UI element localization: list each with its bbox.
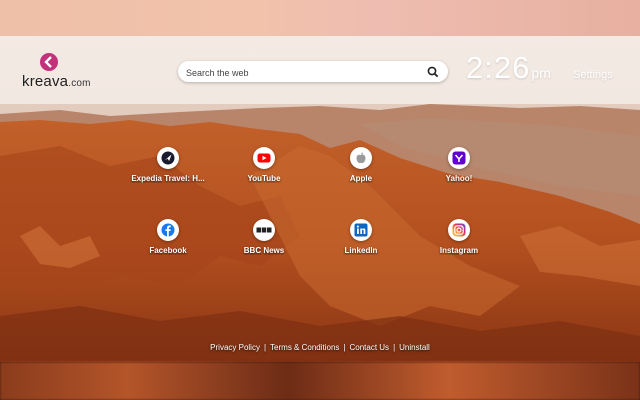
tile-facebook[interactable]: Facebook	[113, 219, 223, 269]
facebook-icon	[157, 219, 179, 241]
tile-label: Expedia Travel: H...	[131, 174, 205, 183]
clock: 2:26pm	[466, 50, 551, 86]
linkedin-icon	[350, 219, 372, 241]
top-backdrop	[0, 0, 640, 36]
tile-youtube[interactable]: YouTube	[209, 147, 319, 197]
privacy-policy-link[interactable]: Privacy Policy	[206, 343, 264, 352]
tile-bbc-news[interactable]: BBC News	[209, 219, 319, 269]
search-bar	[178, 61, 448, 82]
search-input[interactable]	[184, 63, 424, 82]
brand-name: kreava.com	[22, 73, 91, 90]
uninstall-link[interactable]: Uninstall	[395, 343, 434, 352]
tile-label: YouTube	[247, 174, 281, 183]
kreava-logo-icon	[40, 53, 58, 71]
contact-us-link[interactable]: Contact Us	[345, 343, 393, 352]
bbc-icon	[253, 219, 275, 241]
settings-link[interactable]: Settings	[573, 69, 613, 81]
tile-apple[interactable]: Apple	[306, 147, 416, 197]
brand-name-suffix: .com	[68, 78, 91, 89]
tile-expedia[interactable]: Expedia Travel: H...	[113, 147, 223, 197]
tile-yahoo[interactable]: Yahoo!	[404, 147, 514, 197]
tile-label: Instagram	[439, 246, 479, 255]
footer-links: Privacy Policy | Terms & Conditions | Contac…	[0, 343, 640, 352]
expedia-icon	[157, 147, 179, 169]
terms-conditions-link[interactable]: Terms & Conditions	[266, 343, 343, 352]
instagram-icon	[448, 219, 470, 241]
brand-logo[interactable]: kreava.com	[22, 53, 102, 93]
tile-instagram[interactable]: Instagram	[404, 219, 514, 269]
tile-label: Facebook	[149, 246, 187, 255]
tile-label: LinkedIn	[344, 246, 378, 255]
youtube-icon	[253, 147, 275, 169]
brand-name-main: kreava	[22, 73, 69, 90]
tile-label: Apple	[349, 174, 373, 183]
tile-linkedin[interactable]: LinkedIn	[306, 219, 416, 269]
bottom-backdrop	[0, 362, 640, 400]
search-icon[interactable]	[426, 65, 440, 79]
clock-time: 2:26	[466, 50, 531, 85]
clock-ampm: pm	[531, 65, 551, 81]
tile-label: Yahoo!	[445, 174, 473, 183]
tile-label: BBC News	[243, 246, 285, 255]
apple-icon	[350, 147, 372, 169]
yahoo-icon	[448, 147, 470, 169]
